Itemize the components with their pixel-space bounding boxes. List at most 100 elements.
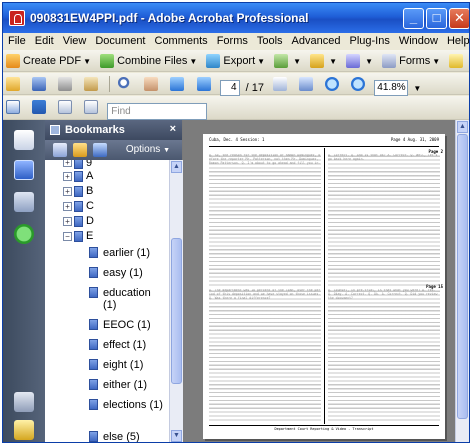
bookmark-group-c[interactable]: + C	[45, 200, 169, 215]
attachments-panel-icon[interactable]	[14, 392, 34, 412]
pdf-page[interactable]: Cuba, Dec. 4 Session: 1 Page 4 Aug. 31, …	[203, 134, 445, 439]
forms-button[interactable]: Forms ▼	[379, 51, 443, 71]
menu-forms[interactable]: Forms	[212, 33, 252, 47]
bookmark-group-a[interactable]: + A	[45, 170, 169, 185]
page-total: / 17	[245, 82, 264, 94]
continuous-view-button[interactable]	[81, 97, 104, 117]
menu-file[interactable]: File	[3, 33, 30, 47]
bookmark-group-d[interactable]: + D	[45, 215, 169, 230]
bookmarks-scrollbar[interactable]: ▲ ▼	[169, 160, 183, 442]
bookmark-group-e[interactable]: − E	[45, 230, 169, 245]
document-scroll-thumb[interactable]	[457, 134, 468, 419]
menu-tools[interactable]: Tools	[252, 33, 287, 47]
bookmark-label: E	[86, 230, 94, 242]
bookmark-label: education (1)	[103, 287, 151, 311]
bookmark-item[interactable]: effect (1)	[45, 337, 169, 357]
scroll-down-icon[interactable]: ▼	[171, 430, 182, 442]
expand-icon[interactable]: +	[63, 187, 72, 196]
fit-page-button[interactable]	[3, 97, 26, 117]
fit-page-icon	[6, 100, 20, 114]
fit-width-button[interactable]	[29, 97, 52, 117]
save-button[interactable]	[29, 74, 52, 94]
navigation-pane	[3, 120, 45, 442]
transcript-text: A. The department was 18 percent of the …	[209, 289, 321, 300]
review-comment-button[interactable]: ▼	[446, 51, 469, 71]
title-bar[interactable]: 090831EW4PPI.pdf - Adobe Acrobat Profess…	[3, 3, 469, 33]
document-scrollbar[interactable]: ▲	[455, 120, 469, 442]
chevron-down-icon: ▼	[293, 56, 302, 66]
menu-window[interactable]: Window	[394, 33, 442, 47]
page-number-input[interactable]: 4	[219, 80, 240, 97]
window-edge	[469, 120, 470, 443]
signatures-panel-icon[interactable]	[14, 192, 34, 212]
bookmark-item[interactable]: either (1)	[45, 377, 169, 397]
menu-document[interactable]: Document	[90, 33, 149, 47]
create-pdf-button[interactable]: Create PDF ▼	[3, 51, 94, 71]
expand-icon[interactable]: +	[63, 172, 72, 181]
snapshot-button[interactable]	[296, 74, 319, 94]
export-button[interactable]: Export ▼	[203, 51, 268, 71]
previous-page-button[interactable]	[167, 74, 190, 94]
hand-tool-button[interactable]	[141, 74, 164, 94]
rotate-button[interactable]	[55, 97, 78, 117]
new-bookmark-icon[interactable]	[73, 143, 87, 157]
close-button[interactable]: ✕	[449, 8, 469, 29]
print-button[interactable]	[55, 74, 78, 94]
acrobat-app-icon[interactable]	[9, 10, 25, 26]
bookmark-group-9[interactable]: +9	[45, 160, 169, 170]
bookmark-item[interactable]: elections (1)	[45, 397, 169, 429]
bookmark-item[interactable]: earlier (1)	[45, 245, 169, 265]
menu-comments[interactable]: Comments	[150, 33, 212, 47]
minimize-button[interactable]: _	[403, 8, 424, 29]
pages-icon	[84, 100, 99, 114]
bookmarks-panel-icon[interactable]	[14, 160, 34, 180]
zoom-level-input[interactable]: 41.8%	[374, 80, 409, 97]
how-to-icon[interactable]	[14, 224, 34, 244]
open-button[interactable]	[3, 74, 26, 94]
pages-panel-icon[interactable]	[14, 130, 34, 150]
email-button[interactable]	[81, 74, 104, 94]
menu-help[interactable]: Help	[442, 33, 469, 47]
bookmark-item[interactable]: education (1)	[45, 285, 169, 317]
zoom-in-button[interactable]	[348, 74, 371, 94]
bookmarks-scroll-thumb[interactable]	[171, 238, 182, 384]
expand-icon[interactable]: +	[63, 217, 72, 226]
bookmark-item[interactable]: else (5)	[45, 429, 169, 442]
combine-files-button[interactable]: Combine Files ▼	[97, 51, 200, 71]
bookmark-item[interactable]: EEOC (1)	[45, 317, 169, 337]
maximize-button[interactable]: □	[426, 8, 447, 29]
zoom-out-button[interactable]	[322, 74, 345, 94]
bookmarks-options-menu[interactable]: Options ▼	[126, 144, 170, 155]
comments-panel-icon[interactable]	[14, 420, 34, 440]
start-meeting-button[interactable]: ▼	[271, 51, 304, 71]
bookmark-label: 9	[86, 160, 93, 169]
menu-advanced[interactable]: Advanced	[287, 33, 345, 47]
bookmarks-close-button[interactable]: ×	[170, 123, 176, 135]
zoom-dropdown-icon[interactable]: ▼	[413, 84, 421, 93]
chevron-down-icon: ▼	[257, 56, 266, 66]
collapse-icon[interactable]: −	[63, 232, 72, 241]
bookmark-icon	[89, 339, 98, 350]
zoom-out-icon	[325, 77, 340, 91]
next-page-button[interactable]	[194, 74, 217, 94]
document-view[interactable]: Cuba, Dec. 4 Session: 1 Page 4 Aug. 31, …	[183, 120, 455, 442]
bookmark-group-b[interactable]: + B	[45, 185, 169, 200]
scroll-up-icon[interactable]: ▲	[171, 161, 182, 173]
sign-button[interactable]: ▼	[343, 51, 376, 71]
menu-plugins[interactable]: Plug-Ins	[344, 33, 393, 47]
delete-bookmark-icon[interactable]	[53, 143, 67, 157]
menu-edit[interactable]: Edit	[30, 33, 58, 47]
bookmark-item[interactable]: easy (1)	[45, 265, 169, 285]
expand-bookmark-icon[interactable]	[93, 143, 107, 157]
find-input[interactable]: Find	[107, 102, 208, 120]
cursor-icon	[273, 77, 288, 91]
scroll-up-icon[interactable]: ▲	[457, 121, 468, 133]
search-button[interactable]	[115, 74, 138, 94]
expand-icon[interactable]: +	[63, 202, 72, 211]
secure-button[interactable]: ▼	[307, 51, 340, 71]
zoom-in-icon	[351, 77, 366, 91]
expand-icon[interactable]: +	[63, 160, 72, 167]
bookmark-item[interactable]: eight (1)	[45, 357, 169, 377]
select-tool-button[interactable]	[270, 74, 293, 94]
menu-view[interactable]: View	[58, 33, 91, 47]
